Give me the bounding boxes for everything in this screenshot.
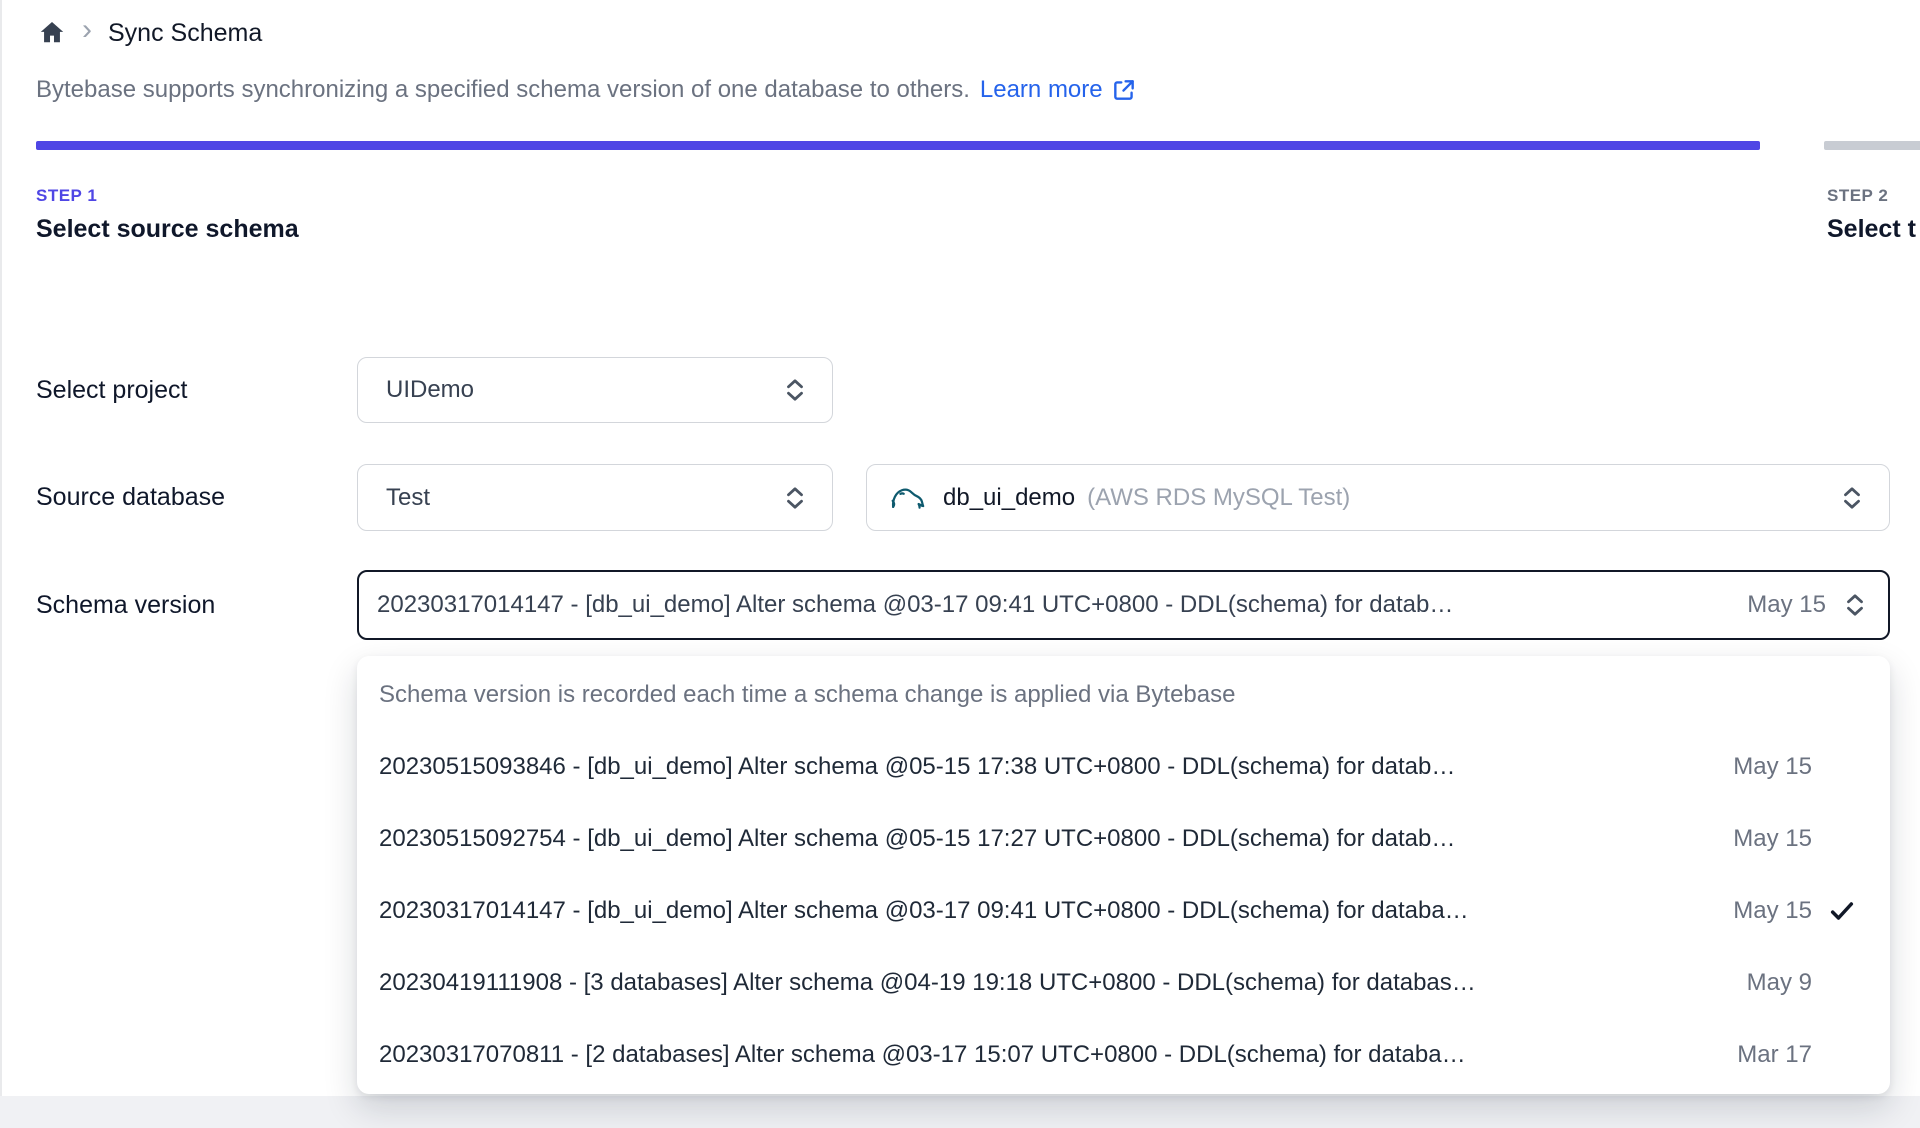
schema-version-option-list: 20230515093846 - [db_ui_demo] Alter sche… [357,731,1890,1091]
schema-version-select-date: May 15 [1747,591,1826,618]
select-project-label: Select project [36,375,188,404]
progress-bar-step1 [36,141,1760,150]
chevrons-up-down-icon [1844,592,1866,618]
sidebar-edge-divider [0,0,2,1128]
learn-more-link[interactable]: Learn more [980,76,1137,104]
schema-version-option[interactable]: 20230515093846 - [db_ui_demo] Alter sche… [357,731,1890,803]
intro-line: Bytebase supports synchronizing a specif… [36,76,1137,104]
option-text: 20230515093846 - [db_ui_demo] Alter sche… [379,753,1456,780]
database-instance: (AWS RDS MySQL Test) [1087,483,1351,511]
breadcrumb: › Sync Schema [38,13,263,48]
page-bottom-background [0,1096,1920,1128]
project-select[interactable]: UIDemo [357,357,833,423]
page-title: Sync Schema [108,18,263,47]
step2-header: STEP 2 Select t [1827,186,1916,244]
check-icon [1820,897,1864,925]
schema-version-option[interactable]: 20230419111908 - [3 databases] Alter sch… [357,947,1890,1019]
learn-more-label: Learn more [979,76,1103,103]
step2-label: STEP 2 [1827,186,1889,205]
sync-schema-page: › Sync Schema Bytebase supports synchron… [0,0,1920,1128]
schema-version-option[interactable]: 20230515092754 - [db_ui_demo] Alter sche… [357,803,1890,875]
option-date: May 15 [1733,753,1812,780]
chevrons-up-down-icon [784,377,806,403]
database-select[interactable]: db_ui_demo (AWS RDS MySQL Test) [866,464,1890,531]
option-text: 20230317014147 - [db_ui_demo] Alter sche… [379,897,1469,924]
step1-title: Select source schema [36,215,299,243]
progress-bar-step2 [1824,141,1920,150]
environment-select-value: Test [386,483,431,511]
option-date: May 15 [1733,825,1812,852]
schema-version-select-value: 20230317014147 - [db_ui_demo] Alter sche… [377,591,1454,618]
dropdown-note: Schema version is recorded each time a s… [379,681,1236,708]
external-link-icon [1111,77,1137,103]
mysql-icon [889,479,927,517]
schema-version-dropdown: Schema version is recorded each time a s… [357,656,1890,1094]
home-icon[interactable] [38,19,66,47]
option-text: 20230317070811 - [2 databases] Alter sch… [379,1041,1466,1068]
chevron-right-icon: › [82,13,92,46]
option-text: 20230419111908 - [3 databases] Alter sch… [379,969,1476,996]
project-select-value: UIDemo [386,376,475,403]
step2-title: Select t [1827,215,1916,243]
option-text: 20230515092754 - [db_ui_demo] Alter sche… [379,825,1456,852]
schema-version-option[interactable]: 20230317014147 - [db_ui_demo] Alter sche… [357,875,1890,947]
schema-version-option[interactable]: 20230317070811 - [2 databases] Alter sch… [357,1019,1890,1091]
option-date: Mar 17 [1737,1041,1812,1068]
chevrons-up-down-icon [784,485,806,511]
environment-select[interactable]: Test [357,464,833,531]
step1-label: STEP 1 [36,186,98,205]
intro-text: Bytebase supports synchronizing a specif… [36,76,970,103]
step1-header: STEP 1 Select source schema [36,186,299,244]
option-date: May 15 [1733,897,1812,924]
option-date: May 9 [1746,969,1812,996]
chevrons-up-down-icon [1841,485,1863,511]
source-database-label: Source database [36,483,226,511]
database-name: db_ui_demo [943,483,1076,511]
schema-version-select[interactable]: 20230317014147 - [db_ui_demo] Alter sche… [357,570,1890,640]
schema-version-label: Schema version [36,590,216,619]
